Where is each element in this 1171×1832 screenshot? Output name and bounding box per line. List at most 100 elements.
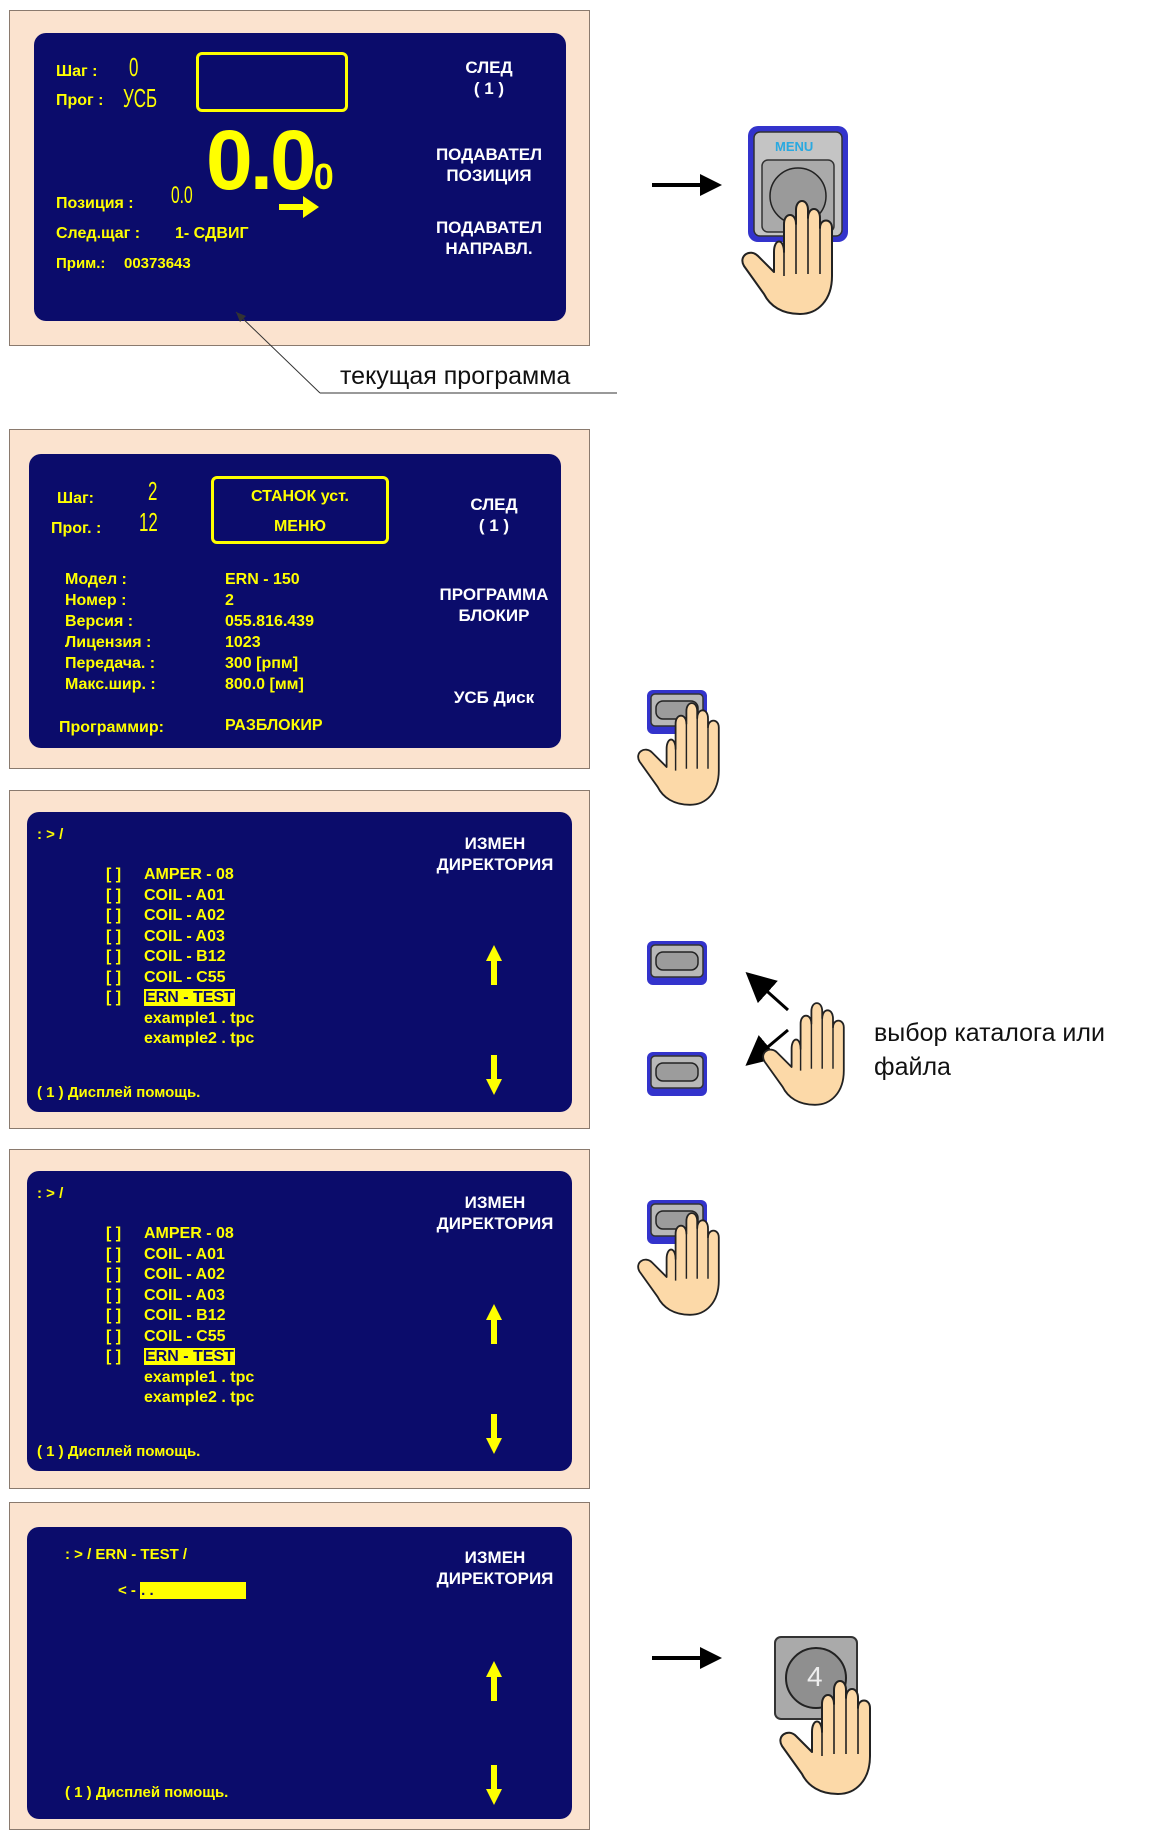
- info-label: Номер :: [65, 592, 127, 609]
- current-program-caption: текущая программа: [340, 362, 571, 390]
- file-list-item[interactable]: [ ] COIL - B12: [106, 947, 254, 968]
- file-list-item[interactable]: example1 . tpc: [106, 1009, 254, 1030]
- file-list: [ ] AMPER - 08[ ] COIL - A01[ ] COIL - A02[…: [106, 1224, 254, 1409]
- file-list-item[interactable]: example2 . tpc: [106, 1029, 254, 1050]
- file-list-item[interactable]: example1 . tpc: [106, 1368, 254, 1389]
- item-name: example1 . tpc: [144, 1009, 255, 1027]
- info-value: 300 [рпм]: [225, 655, 299, 672]
- pointer-arrow-2-icon: [652, 1647, 722, 1669]
- softkey-change-directory[interactable]: ИЗМЕН ДИРЕКТОРИЯ: [425, 1192, 565, 1234]
- softkey-change-directory-line2: ДИРЕКТОРИЯ: [436, 1214, 554, 1233]
- file-list-item[interactable]: example2 . tpc: [106, 1388, 254, 1409]
- pointer-arrow-1-icon: [652, 174, 722, 196]
- prog-value: 12: [139, 507, 158, 537]
- item-name: COIL - A01: [144, 886, 225, 904]
- subdirectory-display: : > / ERN - TEST / < - . . ( 1 ) Дисплей…: [27, 1527, 572, 1819]
- screen2-display: Шаг: 2 Прог. : 12 СТАНОК уст. МЕНЮ Модел…: [29, 454, 561, 748]
- item-bracket: [ ]: [106, 989, 122, 1006]
- softkey-change-directory[interactable]: ИЗМЕН ДИРЕКТОРИЯ: [425, 1547, 565, 1589]
- info-label: Лицензия :: [65, 634, 152, 651]
- item-bracket: [ ]: [106, 907, 122, 924]
- file-list-item[interactable]: [ ] ERN - TEST: [106, 1347, 254, 1368]
- softkey-change-directory-line2: ДИРЕКТОРИЯ: [436, 855, 554, 874]
- screen4-panel: : > / [ ] AMPER - 08 [ ] COIL - A01 [ ] COIL …: [9, 1149, 590, 1489]
- select-caption-line2: файла: [874, 1053, 951, 1081]
- file-list-item[interactable]: [ ] COIL - B12: [106, 1306, 254, 1327]
- softkey-press-icon: [637, 1199, 720, 1316]
- select-caption-line1: выбор каталога или: [874, 1019, 1105, 1047]
- file-list-item[interactable]: [ ] COIL - A03: [106, 1286, 254, 1307]
- path-label: : > /: [37, 1185, 64, 1202]
- softkey-program-lock-line2: БЛОКИР: [458, 606, 530, 625]
- info-label: Модел :: [65, 571, 127, 588]
- item-name: COIL - A03: [144, 1286, 225, 1304]
- help-hint: ( 1 ) Дисплей помощь.: [37, 1084, 201, 1101]
- softkey-usb-disk[interactable]: УСБ Диск: [429, 687, 559, 708]
- up-down-keys-icon: [646, 940, 845, 1106]
- info-value: 2: [225, 592, 234, 609]
- file-list-item[interactable]: [ ] COIL - A02: [106, 1265, 254, 1286]
- arrow-up-icon[interactable]: [486, 1661, 502, 1701]
- file-list-item[interactable]: [ ] COIL - C55: [106, 1327, 254, 1348]
- item-name: ERN - TEST: [144, 989, 235, 1006]
- file-list-item[interactable]: [ ] COIL - A03: [106, 927, 254, 948]
- file-list-item[interactable]: [ ] ERN - TEST: [106, 988, 254, 1009]
- programming-label: Программир:: [59, 719, 164, 736]
- softkey-change-directory-line1: ИЗМЕН: [464, 834, 526, 853]
- softkey-press-icon: [637, 689, 720, 806]
- item-name: COIL - C55: [144, 1327, 226, 1345]
- info-value: 1023: [225, 634, 261, 651]
- item-name: example2 . tpc: [144, 1030, 255, 1047]
- info-value: 055.816.439: [225, 613, 314, 630]
- file-list-item[interactable]: [ ] AMPER - 08: [106, 865, 254, 886]
- item-bracket: [ ]: [106, 968, 122, 986]
- file-list-item[interactable]: [ ] COIL - A01: [106, 1245, 254, 1266]
- info-value: ERN - 150: [225, 571, 300, 588]
- parent-directory-entry[interactable]: < - . .: [118, 1582, 247, 1599]
- softkey-next-line2: ( 1 ): [478, 516, 510, 535]
- item-name: COIL - A02: [144, 1266, 225, 1283]
- file-list-item[interactable]: [ ] COIL - A02: [106, 906, 254, 927]
- item-name: example1 . tpc: [144, 1368, 255, 1386]
- programming-value: РАЗБЛОКИР: [225, 717, 323, 734]
- item-bracket: [ ]: [106, 1266, 122, 1283]
- item-name: COIL - C55: [144, 968, 226, 986]
- help-hint: ( 1 ) Дисплей помощь.: [37, 1443, 201, 1460]
- info-label: Передача. :: [65, 655, 156, 672]
- softkey-next[interactable]: СЛЕД ( 1 ): [439, 494, 549, 536]
- softkey-program-lock[interactable]: ПРОГРАММА БЛОКИР: [429, 584, 559, 626]
- item-name: COIL - B12: [144, 948, 226, 965]
- file-list-item[interactable]: [ ] COIL - A01: [106, 886, 254, 907]
- file-browser-display: : > / [ ] AMPER - 08 [ ] COIL - A01 [ ] COIL …: [27, 812, 572, 1112]
- back-prefix: < -: [118, 1582, 136, 1599]
- arrow-up-icon[interactable]: [486, 945, 502, 985]
- arrow-down-icon[interactable]: [486, 1414, 502, 1454]
- softkey-change-directory-line2: ДИРЕКТОРИЯ: [436, 1569, 554, 1588]
- arrow-down-icon[interactable]: [486, 1055, 502, 1095]
- file-browser-display: : > / [ ] AMPER - 08 [ ] COIL - A01 [ ] COIL …: [27, 1171, 572, 1471]
- item-bracket: [ ]: [106, 1307, 122, 1324]
- file-list-item[interactable]: [ ] COIL - C55: [106, 968, 254, 989]
- item-name: COIL - A03: [144, 927, 225, 945]
- item-bracket: [ ]: [106, 866, 122, 883]
- prog-label: Прог. :: [51, 520, 102, 537]
- arrow-down-icon[interactable]: [486, 1765, 502, 1805]
- item-bracket: [ ]: [106, 886, 122, 904]
- item-name: COIL - A01: [144, 1245, 225, 1263]
- softkey-next-line1: СЛЕД: [470, 495, 518, 514]
- file-list-item[interactable]: [ ] AMPER - 08: [106, 1224, 254, 1245]
- path-label: : > / ERN - TEST /: [65, 1546, 188, 1563]
- screen3-panel: : > / [ ] AMPER - 08 [ ] COIL - A01 [ ] COIL …: [9, 790, 590, 1129]
- parent-directory-highlight: . .: [140, 1582, 247, 1599]
- menu-key-label: MENU: [775, 139, 814, 154]
- softkey-change-directory-line1: ИЗМЕН: [464, 1193, 526, 1212]
- arrow-up-icon[interactable]: [486, 1304, 502, 1344]
- select-caption: выбор каталога или файла: [874, 1016, 1105, 1084]
- softkey-program-lock-line1: ПРОГРАММА: [439, 585, 549, 604]
- item-bracket: [ ]: [106, 1348, 122, 1365]
- softkey-change-directory[interactable]: ИЗМЕН ДИРЕКТОРИЯ: [425, 833, 565, 875]
- menu-title-line1: СТАНОК уст.: [251, 488, 349, 505]
- info-label: Макс.шир. :: [65, 676, 156, 693]
- info-value: 800.0 [мм]: [225, 676, 304, 693]
- item-name: AMPER - 08: [144, 1225, 234, 1242]
